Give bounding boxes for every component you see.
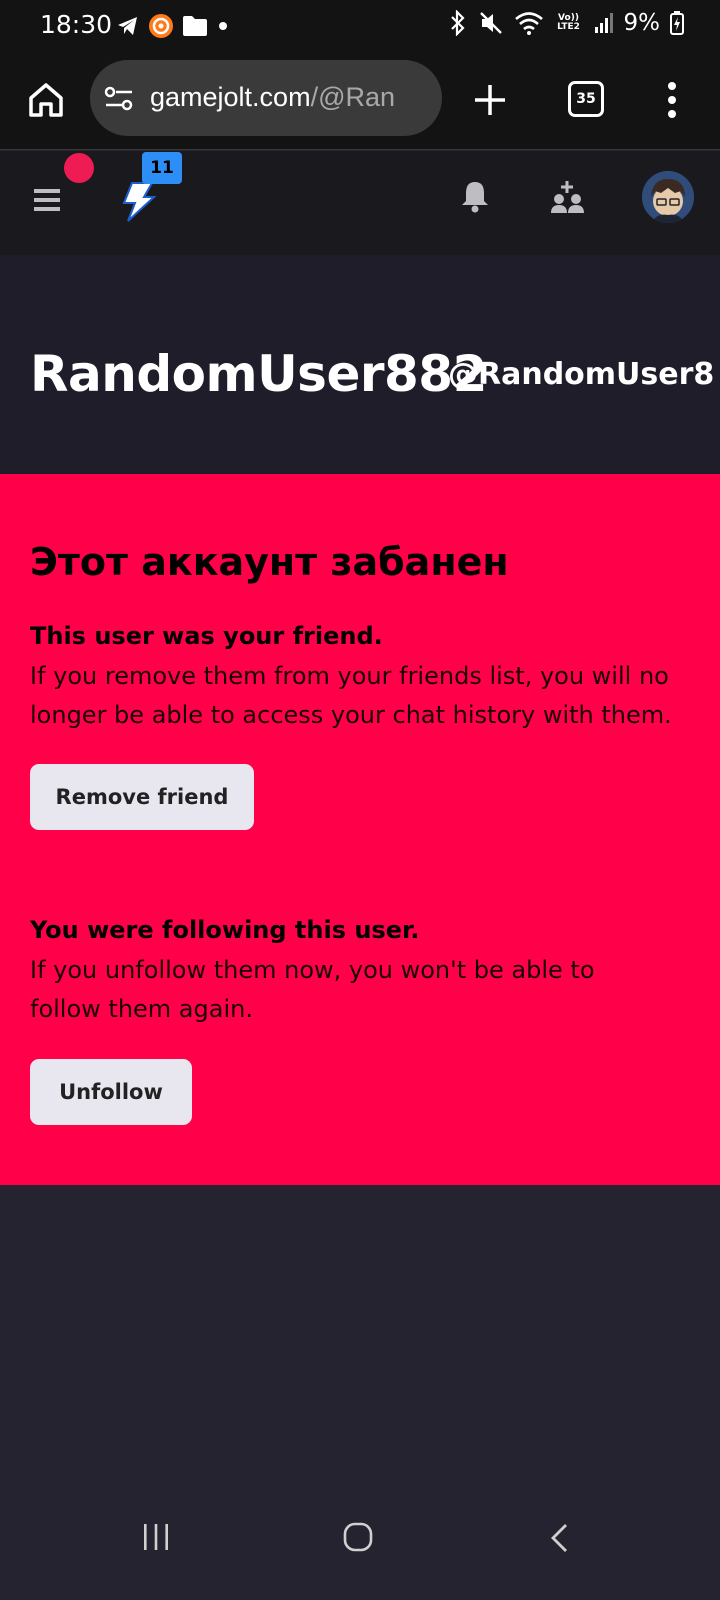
notifications-bell-icon[interactable]: [460, 179, 490, 213]
profile-display-name: RandomUser882: [30, 345, 487, 403]
gamejolt-logo-icon[interactable]: [118, 181, 158, 223]
hamburger-menu-icon[interactable]: [32, 186, 62, 214]
url-path: /@Ran: [310, 82, 396, 112]
profile-username: @RandomUser8: [448, 357, 715, 392]
status-time: 18:30: [40, 10, 113, 39]
status-system-icons: Vo)) LTE2 9%: [448, 10, 684, 36]
tab-switcher-button[interactable]: 35: [568, 81, 604, 117]
battery-charging-icon: [670, 11, 684, 35]
home-icon[interactable]: [343, 1522, 373, 1552]
follow-status-heading: You were following this user.: [30, 916, 420, 944]
address-bar[interactable]: gamejolt.com/@Ran: [90, 60, 442, 136]
screen-recorder-icon: [149, 14, 173, 38]
status-bar: 18:30 Vo)) LTE2 9%: [0, 0, 720, 52]
mute-icon: [479, 12, 502, 34]
url-text[interactable]: gamejolt.com/@Ran: [150, 82, 432, 116]
back-icon[interactable]: [548, 1522, 572, 1554]
bluetooth-icon: [450, 10, 465, 36]
site-header: 11: [0, 151, 720, 255]
remove-friend-button[interactable]: Remove friend: [30, 764, 254, 830]
unfollow-button[interactable]: Unfollow: [30, 1059, 192, 1125]
user-avatar[interactable]: [642, 171, 694, 223]
quest-count-badge: 11: [142, 152, 182, 184]
network-type-label: Vo)) LTE2: [557, 13, 580, 32]
url-host: gamejolt.com: [150, 82, 311, 112]
android-navigation-bar: [0, 1510, 720, 1600]
status-notification-icons: [116, 13, 230, 39]
signal-icon: [594, 13, 613, 33]
new-tab-icon[interactable]: [470, 80, 510, 120]
friend-status-description: If you remove them from your friends lis…: [30, 662, 672, 729]
banned-title: Этот аккаунт забанен: [30, 540, 509, 584]
folder-icon: [183, 16, 207, 36]
browser-menu-icon[interactable]: [662, 78, 682, 122]
battery-percent: 9%: [623, 10, 661, 36]
follow-status-description: If you unfollow them now, you won't be a…: [30, 956, 595, 1023]
friend-status-heading: This user was your friend.: [30, 622, 383, 650]
site-settings-icon[interactable]: [104, 85, 134, 113]
browser-home-icon[interactable]: [26, 80, 66, 120]
more-notifications-dot-icon: [219, 22, 227, 30]
profile-header: RandomUser882 @RandomUser8: [0, 255, 720, 474]
telegram-icon: [118, 17, 137, 35]
recent-apps-icon[interactable]: [141, 1522, 171, 1552]
friends-icon[interactable]: [550, 179, 586, 215]
browser-toolbar: gamejolt.com/@Ran 35: [0, 52, 720, 150]
wifi-icon: [514, 12, 543, 35]
avatar-image: [642, 171, 694, 223]
banned-account-panel: Этот аккаунт забанен This user was your …: [0, 474, 720, 1185]
menu-notification-dot: [64, 153, 94, 183]
